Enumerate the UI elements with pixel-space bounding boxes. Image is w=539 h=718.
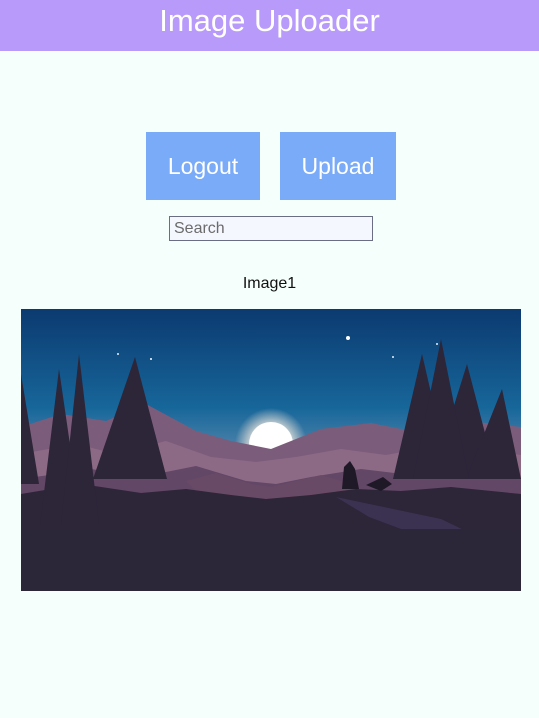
app-page: Image Uploader Logout Upload Image1: [0, 0, 539, 718]
app-header: Image Uploader: [0, 0, 539, 51]
landscape-image: [21, 309, 521, 591]
logout-button[interactable]: Logout: [146, 132, 260, 200]
image-caption: Image1: [242, 275, 297, 292]
image-thumbnail[interactable]: [21, 309, 521, 591]
upload-button[interactable]: Upload: [280, 132, 396, 200]
search-input[interactable]: [169, 216, 373, 241]
app-title: Image Uploader: [159, 3, 380, 38]
